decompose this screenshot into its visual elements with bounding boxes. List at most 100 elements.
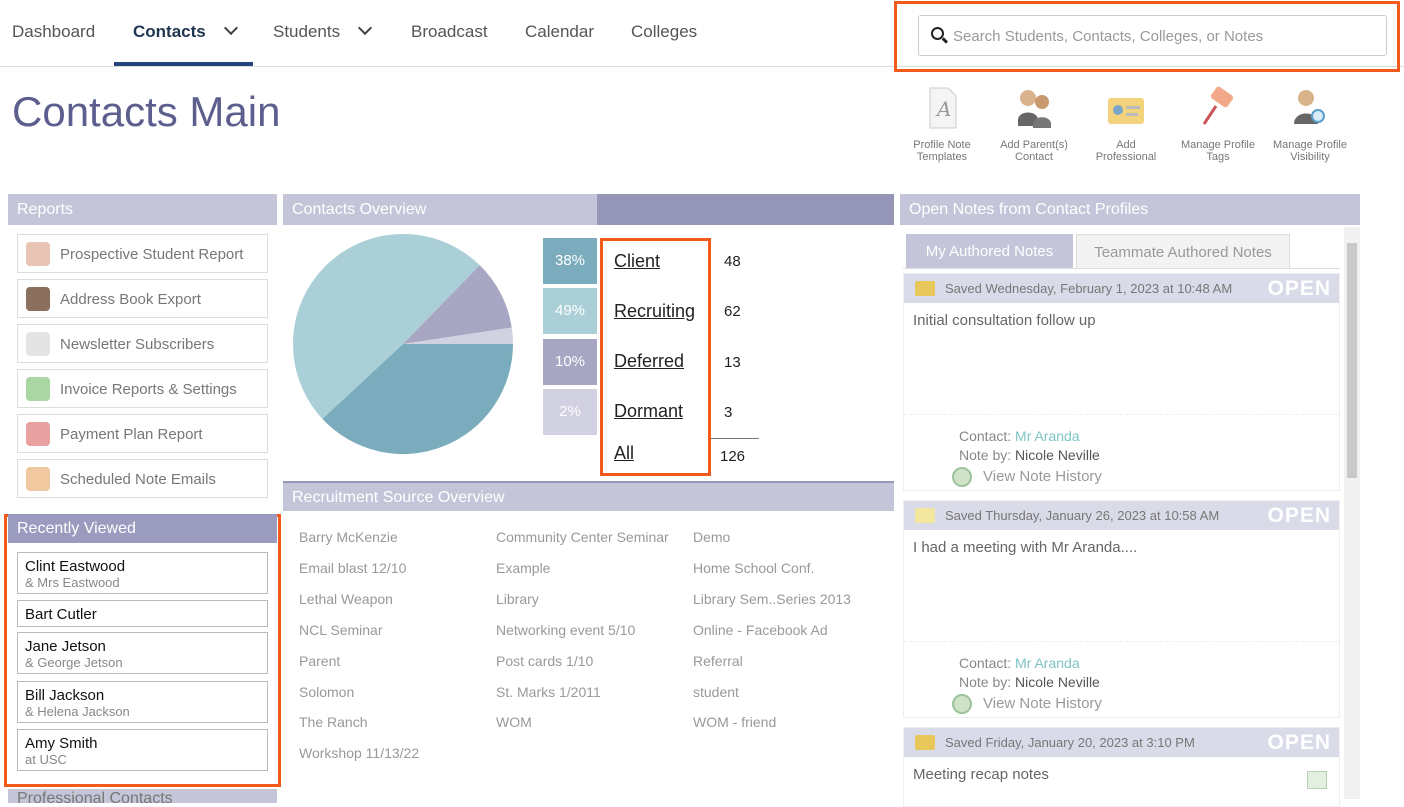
note-saved: Saved Friday, January 20, 2023 at 3:10 P…	[945, 735, 1195, 750]
report-prospective-student[interactable]: Prospective Student Report	[17, 234, 268, 273]
edit-note-icon[interactable]	[1307, 771, 1327, 789]
recruitment-source-item[interactable]: St. Marks 1/2011	[496, 684, 601, 700]
document-a-icon: A	[929, 87, 957, 129]
search-highlight	[894, 1, 1400, 72]
recruitment-source-item[interactable]: student	[693, 684, 739, 700]
recent-name: Jane Jetson	[25, 638, 106, 655]
id-card-icon	[1108, 98, 1144, 124]
deferred-count: 13	[724, 354, 741, 371]
reports-header: Reports	[8, 194, 277, 225]
recruitment-source-item[interactable]: Lethal Weapon	[299, 591, 393, 607]
report-label: Prospective Student Report	[60, 246, 244, 263]
total-divider	[711, 438, 759, 439]
chevron-down-icon[interactable]	[358, 20, 373, 36]
tab-teammate-authored-notes[interactable]: Teammate Authored Notes	[1076, 234, 1290, 269]
recruitment-source-item[interactable]: WOM - friend	[693, 714, 776, 730]
note-author-name: Nicole Neville	[1015, 447, 1100, 463]
chevron-down-icon[interactable]	[223, 20, 238, 36]
recruitment-source-item[interactable]: Online - Facebook Ad	[693, 622, 828, 638]
people-icon	[1018, 90, 1051, 128]
recruitment-source-item[interactable]: Library Sem..Series 2013	[693, 591, 851, 607]
profile-note-templates-button[interactable]: A Profile Note Templates	[902, 84, 982, 163]
recruitment-source-item[interactable]: Referral	[693, 653, 743, 669]
view-note-history-link[interactable]: View Note History	[952, 467, 1102, 487]
recent-name: Bill Jackson	[25, 687, 105, 704]
all-link[interactable]: All	[614, 443, 634, 464]
recruiting-link[interactable]: Recruiting	[614, 301, 695, 322]
recruitment-source-item[interactable]: Solomon	[299, 684, 354, 700]
search-box	[918, 15, 1387, 56]
report-newsletter-subscribers[interactable]: Newsletter Subscribers	[17, 324, 268, 363]
recruitment-source-item[interactable]: Networking event 5/10	[496, 622, 635, 638]
recent-item-bill-jackson[interactable]: Bill Jackson & Helena Jackson	[17, 681, 268, 723]
nav-broadcast[interactable]: Broadcast	[411, 0, 488, 66]
contacts-overview-header: Contacts Overview	[283, 194, 894, 225]
note-contact-link[interactable]: Mr Aranda	[1015, 428, 1080, 444]
search-icon	[931, 27, 944, 40]
recruitment-source-item[interactable]: Email blast 12/10	[299, 560, 406, 576]
note-author: Note by: Nicole Neville	[959, 674, 1100, 690]
scrollbar-thumb[interactable]	[1347, 243, 1357, 478]
note-card[interactable]: Saved Wednesday, February 1, 2023 at 10:…	[903, 273, 1340, 491]
recruitment-source-item[interactable]: Post cards 1/10	[496, 653, 593, 669]
report-invoice-settings[interactable]: Invoice Reports & Settings	[17, 369, 268, 408]
nav-colleges[interactable]: Colleges	[631, 0, 697, 66]
nav-contacts[interactable]: Contacts	[114, 0, 253, 66]
tab-my-authored-notes[interactable]: My Authored Notes	[906, 234, 1073, 269]
view-note-history-link[interactable]: View Note History	[952, 694, 1102, 714]
recruitment-source-item[interactable]: Workshop 11/13/22	[299, 745, 419, 761]
recent-item-bart-cutler[interactable]: Bart Cutler	[17, 600, 268, 627]
recently-viewed-header: Recently Viewed	[8, 514, 277, 543]
manage-profile-visibility-button[interactable]: Manage Profile Visibility	[1270, 84, 1350, 163]
recruitment-source-item[interactable]: NCL Seminar	[299, 622, 383, 638]
recruitment-source-item[interactable]: Home School Conf.	[693, 560, 814, 576]
note-saved: Saved Thursday, January 26, 2023 at 10:5…	[945, 508, 1220, 523]
top-nav: Dashboard Contacts Students Broadcast Ca…	[0, 0, 1404, 72]
recruitment-source-item[interactable]: Community Center Seminar	[496, 529, 669, 545]
recent-item-amy-smith[interactable]: Amy Smith at USC	[17, 729, 268, 771]
report-label: Scheduled Note Emails	[60, 471, 216, 488]
notes-scrollbar[interactable]	[1344, 227, 1360, 799]
nav-students[interactable]: Students	[273, 0, 373, 66]
deferred-percent: 10%	[543, 339, 597, 385]
recent-item-clint-eastwood[interactable]: Clint Eastwood & Mrs Eastwood	[17, 552, 268, 594]
book-export-icon	[26, 287, 50, 311]
client-link[interactable]: Client	[614, 251, 660, 272]
all-count: 126	[720, 448, 746, 465]
note-contact-link[interactable]: Mr Aranda	[1015, 655, 1080, 671]
recruitment-source-item[interactable]: The Ranch	[299, 714, 367, 730]
history-icon	[952, 467, 972, 487]
report-payment-plan[interactable]: Payment Plan Report	[17, 414, 268, 453]
nav-dashboard[interactable]: Dashboard	[12, 0, 95, 66]
add-parents-contact-button[interactable]: Add Parent(s) Contact	[994, 84, 1074, 163]
report-label: Payment Plan Report	[60, 426, 203, 443]
note-card[interactable]: Saved Thursday, January 26, 2023 at 10:5…	[903, 500, 1340, 718]
nav-calendar[interactable]: Calendar	[525, 0, 594, 66]
note-icon	[915, 508, 935, 523]
deferred-link[interactable]: Deferred	[614, 351, 684, 372]
recruitment-source-item[interactable]: WOM	[496, 714, 532, 730]
note-author-label: Note by:	[959, 674, 1012, 690]
page-title: Contacts Main	[12, 88, 281, 135]
report-label: Newsletter Subscribers	[60, 336, 215, 353]
recruiting-percent: 49%	[543, 288, 597, 334]
client-count: 48	[724, 253, 741, 270]
report-address-book-export[interactable]: Address Book Export	[17, 279, 268, 318]
recent-item-jane-jetson[interactable]: Jane Jetson & George Jetson	[17, 632, 268, 674]
note-contact: Contact: Mr Aranda	[959, 428, 1080, 444]
note-card[interactable]: Saved Friday, January 20, 2023 at 3:10 P…	[903, 727, 1340, 807]
tool-label: Add Parent(s) Contact	[1000, 139, 1068, 163]
recruitment-source-item[interactable]: Parent	[299, 653, 340, 669]
recruitment-source-item[interactable]: Demo	[693, 529, 730, 545]
recruitment-source-item[interactable]: Library	[496, 591, 539, 607]
recruitment-source-item[interactable]: Barry McKenzie	[299, 529, 398, 545]
report-scheduled-note-emails[interactable]: Scheduled Note Emails	[17, 459, 268, 498]
manage-profile-tags-button[interactable]: Manage Profile Tags	[1178, 84, 1258, 163]
recruitment-source-item[interactable]: Example	[496, 560, 550, 576]
search-input[interactable]	[953, 24, 1373, 48]
contacts-pie-chart	[293, 234, 513, 454]
recent-sub: at USC	[25, 752, 67, 767]
add-professional-button[interactable]: Add Professional	[1086, 84, 1166, 163]
dormant-link[interactable]: Dormant	[614, 401, 683, 422]
invoice-dollar-icon	[26, 377, 50, 401]
